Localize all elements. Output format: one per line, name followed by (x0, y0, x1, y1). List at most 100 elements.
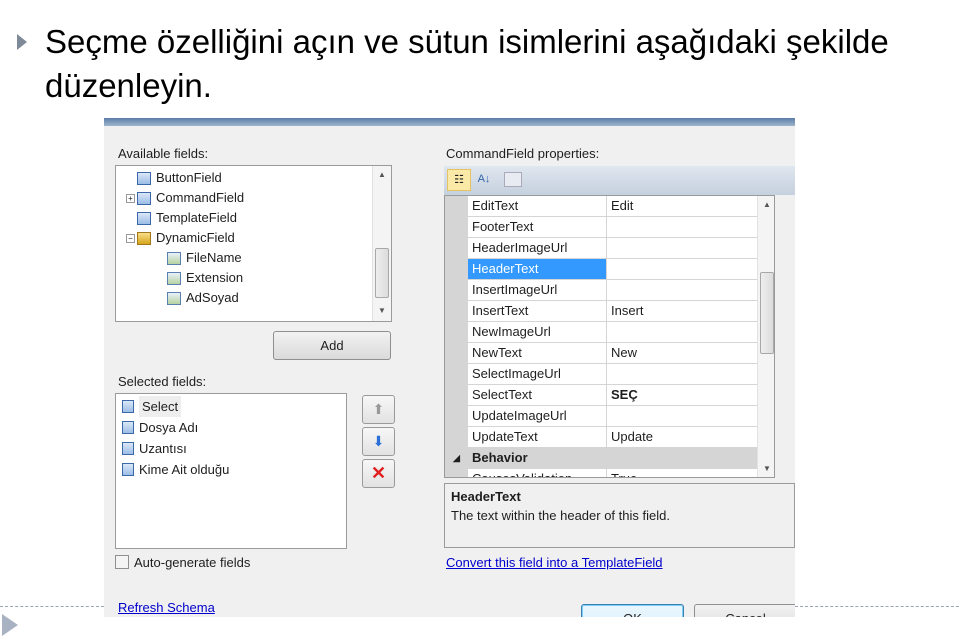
property-name: InsertImageUrl (468, 280, 607, 301)
field-icon (167, 271, 181, 285)
property-value[interactable] (607, 238, 774, 259)
property-value[interactable] (607, 364, 774, 385)
property-row[interactable]: FooterText (445, 217, 774, 238)
property-name: SelectImageUrl (468, 364, 607, 385)
property-row[interactable]: EditText Edit (445, 196, 774, 217)
refresh-schema-link[interactable]: Refresh Schema (118, 600, 215, 615)
property-row[interactable]: HeaderText (445, 259, 774, 280)
scroll-down-icon[interactable]: ▼ (373, 306, 391, 315)
arrow-up-icon: ⬆ (372, 401, 385, 417)
selected-field-item[interactable]: Kime Ait olduğu (122, 459, 229, 480)
selected-field-item[interactable]: Select (122, 396, 182, 417)
selected-fields-list[interactable]: Select Dosya Adı Uzantısı Kime Ait olduğu (115, 393, 347, 549)
property-value[interactable]: New (607, 343, 774, 364)
property-name: NewText (468, 343, 607, 364)
scrollbar[interactable]: ▲ ▼ (757, 196, 774, 477)
property-value[interactable] (607, 322, 774, 343)
selected-field-item[interactable]: Dosya Adı (122, 417, 198, 438)
collapse-icon[interactable]: − (126, 233, 135, 243)
delete-x-icon: ✕ (370, 463, 387, 483)
slide-title: Seçme özelliğini açın ve sütun isimlerin… (45, 23, 889, 104)
available-fields-label: Available fields: (118, 146, 209, 161)
property-name: CausesValidation (468, 469, 607, 477)
property-row[interactable]: HeaderImageUrl (445, 238, 774, 259)
row-gutter (445, 259, 468, 280)
property-name: HeaderText (468, 259, 607, 280)
auto-generate-label: Auto-generate fields (134, 555, 251, 570)
alphabetical-button[interactable]: A↓ (474, 169, 494, 191)
row-gutter (445, 343, 468, 364)
tree-item[interactable]: + CommandField (126, 188, 244, 208)
property-row[interactable]: NewText New (445, 343, 774, 364)
scrollbar[interactable]: ▲ ▼ (372, 166, 391, 321)
property-value[interactable] (607, 217, 774, 238)
property-value[interactable]: True (607, 469, 774, 477)
field-icon (122, 463, 134, 476)
tree-item-label: FileName (186, 250, 242, 265)
property-value[interactable] (607, 280, 774, 301)
row-gutter (445, 364, 468, 385)
cancel-button[interactable]: Cancel (694, 604, 795, 617)
selected-field-item[interactable]: Uzantısı (122, 438, 187, 459)
scroll-thumb[interactable] (375, 248, 389, 298)
scroll-thumb[interactable] (760, 272, 774, 354)
expand-icon[interactable]: + (126, 193, 135, 203)
property-row[interactable]: NewImageUrl (445, 322, 774, 343)
property-row[interactable]: UpdateText Update (445, 427, 774, 448)
row-gutter (445, 217, 468, 238)
tree-item[interactable]: AdSoyad (156, 288, 239, 308)
slide-nav-triangle-icon (2, 614, 18, 636)
property-value[interactable]: Update (607, 427, 774, 448)
scroll-down-icon[interactable]: ▼ (758, 464, 774, 473)
scroll-up-icon[interactable]: ▲ (373, 170, 391, 179)
category-behavior[interactable]: ◢ Behavior (445, 448, 774, 469)
move-down-button[interactable]: ⬇ (362, 427, 395, 456)
auto-generate-checkbox[interactable] (115, 555, 129, 569)
property-pages-icon[interactable] (504, 172, 522, 187)
property-row[interactable]: SelectImageUrl (445, 364, 774, 385)
property-value[interactable]: Edit (607, 196, 774, 217)
field-icon (137, 211, 151, 225)
field-icon (122, 442, 134, 455)
ok-button[interactable]: OK (581, 604, 684, 617)
row-gutter (445, 385, 468, 406)
tree-item[interactable]: TemplateField (126, 208, 237, 228)
property-value[interactable] (607, 259, 774, 280)
tree-item[interactable]: Extension (156, 268, 243, 288)
property-row[interactable]: UpdateImageUrl (445, 406, 774, 427)
scroll-up-icon[interactable]: ▲ (758, 200, 774, 209)
tree-item-label: ButtonField (156, 170, 222, 185)
property-value[interactable]: SEÇ (607, 385, 774, 406)
arrow-down-icon: ⬇ (372, 433, 385, 449)
convert-templatefield-link[interactable]: Convert this field into a TemplateField (446, 555, 663, 570)
delete-button[interactable]: ✕ (362, 459, 395, 488)
row-gutter (445, 196, 468, 217)
field-icon (137, 231, 151, 245)
field-icon (167, 251, 181, 265)
tree-item[interactable]: − DynamicField (126, 228, 235, 248)
property-name: InsertText (468, 301, 607, 322)
property-value[interactable]: Insert (607, 301, 774, 322)
property-row[interactable]: InsertText Insert (445, 301, 774, 322)
row-gutter (445, 301, 468, 322)
move-up-button[interactable]: ⬆ (362, 395, 395, 424)
property-row[interactable]: CausesValidationTrue (445, 469, 774, 477)
properties-label: CommandField properties: (446, 146, 600, 161)
sort-az-icon: A↓ (477, 173, 491, 185)
property-grid[interactable]: ▲ ▼ EditText Edit FooterText HeaderImageUrl… (444, 195, 775, 478)
tree-item[interactable]: FileName (156, 248, 242, 268)
property-description: HeaderText The text within the header of… (444, 483, 795, 548)
property-value[interactable] (607, 406, 774, 427)
available-fields-tree[interactable]: ▲ ▼ ButtonField + CommandField TemplateFiel… (115, 165, 392, 322)
property-name: FooterText (468, 217, 607, 238)
row-gutter (445, 427, 468, 448)
field-icon (122, 421, 134, 434)
tree-item[interactable]: ButtonField (126, 168, 222, 188)
add-button[interactable]: Add (273, 331, 391, 360)
collapse-icon[interactable]: ◢ (445, 448, 468, 469)
property-name: UpdateImageUrl (468, 406, 607, 427)
row-gutter (445, 406, 468, 427)
property-row[interactable]: InsertImageUrl (445, 280, 774, 301)
property-row[interactable]: SelectText SEÇ (445, 385, 774, 406)
categorized-button[interactable]: ☷ (447, 169, 471, 191)
